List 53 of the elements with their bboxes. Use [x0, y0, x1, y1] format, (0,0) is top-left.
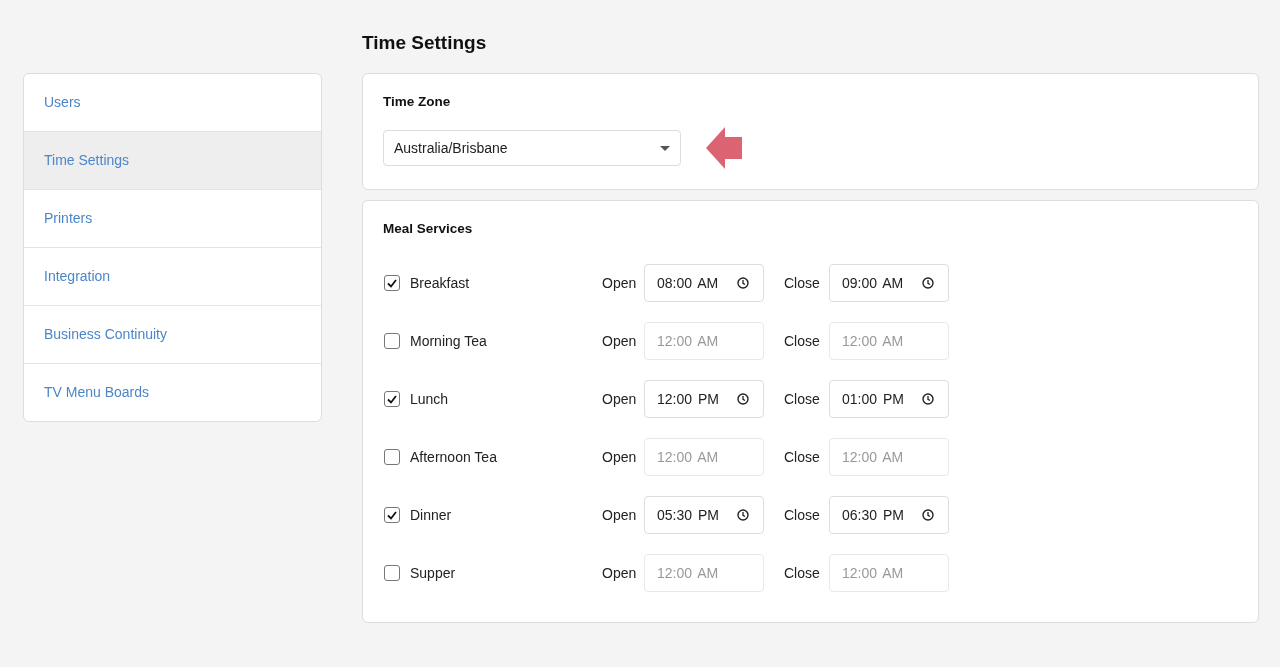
field-label: Open	[602, 391, 638, 407]
pointer-arrow	[706, 127, 742, 169]
clock-icon	[737, 509, 749, 521]
time-field[interactable]: 01:00 PM	[829, 380, 949, 418]
time-field[interactable]: 12:00 AM	[644, 554, 764, 592]
page-title: Time Settings	[362, 31, 488, 55]
field-label: Close	[784, 565, 821, 581]
field-label: Close	[784, 507, 821, 523]
field-label: Open	[602, 449, 638, 465]
field-label: Close	[784, 333, 821, 349]
time-field[interactable]: 09:00 AM	[829, 264, 949, 302]
sidebar-item[interactable]: Integration	[24, 248, 321, 306]
meal-label: Afternoon Tea	[410, 449, 498, 465]
field-label: Open	[602, 565, 638, 581]
field-label: Open	[602, 275, 638, 291]
time-field[interactable]: 12:00 AM	[644, 322, 764, 360]
time-field[interactable]: 05:30 PM	[644, 496, 764, 534]
checkbox[interactable]	[384, 565, 400, 581]
sidebar-item[interactable]: Printers	[24, 190, 321, 248]
time-field[interactable]: 12:00 AM	[829, 438, 949, 476]
checkbox[interactable]	[384, 449, 400, 465]
meal-label: Supper	[410, 565, 457, 581]
checkbox[interactable]	[384, 507, 400, 523]
clock-icon	[737, 277, 749, 289]
section-heading: Meal Services	[383, 221, 474, 236]
caret-icon	[660, 145, 670, 151]
clock-icon	[922, 509, 934, 521]
time-field[interactable]: 12:00 AM	[829, 554, 949, 592]
section-heading: Time Zone	[383, 94, 452, 109]
clock-icon	[922, 277, 934, 289]
meal-label: Lunch	[410, 391, 450, 407]
checkbox[interactable]	[384, 333, 400, 349]
sidebar-item[interactable]: TV Menu Boards	[24, 364, 321, 421]
field-label: Close	[784, 275, 821, 291]
clock-icon	[737, 393, 749, 405]
field-label: Close	[784, 449, 821, 465]
time-field[interactable]: 12:00 AM	[829, 322, 949, 360]
meal-label: Dinner	[410, 507, 453, 523]
clock-icon	[922, 393, 934, 405]
meal-label: Breakfast	[410, 275, 471, 291]
field-label: Close	[784, 391, 821, 407]
meal-label: Morning Tea	[410, 333, 488, 349]
checkbox[interactable]	[384, 391, 400, 407]
checkbox[interactable]	[384, 275, 400, 291]
time-field[interactable]: 12:00 PM	[644, 380, 764, 418]
sidebar-item[interactable]: Business Continuity	[24, 306, 321, 364]
time-field[interactable]: 06:30 PM	[829, 496, 949, 534]
time-zone-dropdown[interactable]: Australia/Brisbane	[383, 130, 681, 166]
sidebar-item[interactable]: Time Settings	[24, 132, 321, 190]
field-label: Open	[602, 333, 638, 349]
field-label: Open	[602, 507, 638, 523]
time-field[interactable]: 08:00 AM	[644, 264, 764, 302]
time-field[interactable]: 12:00 AM	[644, 438, 764, 476]
